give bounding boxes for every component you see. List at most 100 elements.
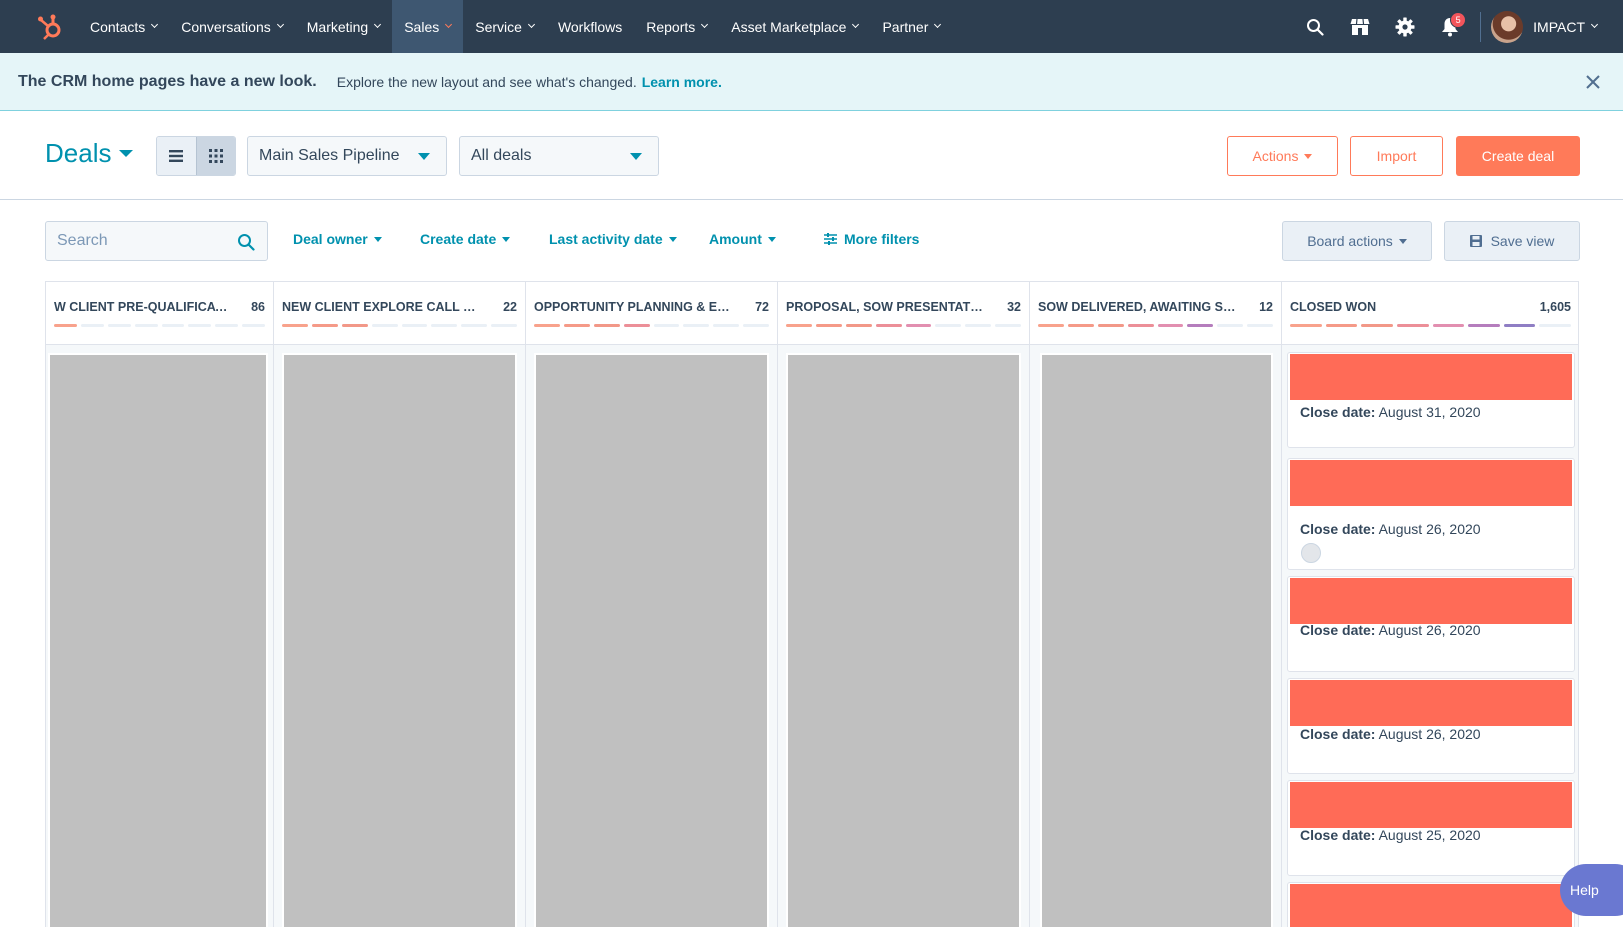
top-navigation: Contacts Conversations Marketing Sales Servi…: [0, 0, 1623, 53]
learn-more-link[interactable]: Learn more.: [642, 74, 722, 90]
more-filters-label: More filters: [844, 231, 920, 247]
view-select[interactable]: All deals: [459, 136, 659, 176]
page-header: Deals Main Sales Pipeline All deals Acti…: [0, 111, 1623, 200]
deal-card[interactable]: Close date: August 25, 2020: [1287, 780, 1575, 876]
create-deal-button-label: Create deal: [1481, 148, 1555, 164]
notifications-bell-icon[interactable]: 5: [1427, 0, 1472, 53]
close-date: Close date: August 26, 2020: [1300, 521, 1481, 537]
pipeline-stage-column: W CLIENT PRE-QUALIFICATION 86: [46, 282, 274, 927]
create-deal-button[interactable]: Create deal: [1456, 136, 1580, 176]
amount-filter-label: Amount: [709, 231, 762, 247]
deal-card[interactable]: [1287, 882, 1575, 927]
progress-segment: [713, 324, 740, 327]
amount-filter[interactable]: Amount: [709, 231, 776, 247]
chevron-down-icon: [701, 20, 709, 29]
actions-button-label: Actions: [1252, 148, 1299, 164]
stage-progress-bar: [786, 324, 1021, 327]
announcement-banner: The CRM home pages have a new look. Expl…: [0, 53, 1623, 111]
progress-segment: [215, 324, 239, 327]
close-date: Close date: August 26, 2020: [1300, 726, 1481, 742]
actions-button[interactable]: Actions: [1227, 136, 1338, 176]
create-date-filter[interactable]: Create date: [420, 231, 511, 247]
nav-item-label: Sales: [404, 18, 440, 35]
pipeline-stage-column: PROPOSAL, SOW PRESENTATION SC... 32: [778, 282, 1030, 927]
nav-item-contacts[interactable]: Contacts: [78, 0, 169, 53]
redacted-deal-name: [1290, 782, 1572, 828]
nav-item-asset-marketplace[interactable]: Asset Marketplace: [719, 0, 870, 53]
search-input[interactable]: [57, 232, 227, 250]
progress-segment: [242, 324, 265, 327]
close-icon[interactable]: [1583, 72, 1603, 92]
deal-card[interactable]: Close date: August 26, 2020: [1287, 678, 1575, 774]
redacted-deal-name: [1290, 460, 1572, 506]
help-button[interactable]: Help: [1560, 864, 1623, 916]
save-view-button[interactable]: Save view: [1444, 221, 1580, 261]
deal-card[interactable]: Close date: August 31, 2020: [1287, 352, 1575, 448]
stage-name: PROPOSAL, SOW PRESENTATION SC...: [786, 300, 986, 314]
progress-segment: [107, 324, 131, 327]
view-select-value: All deals: [471, 147, 532, 164]
progress-segment: [54, 324, 77, 327]
progress-segment: [875, 324, 902, 327]
stage-deal-count: 72: [755, 300, 769, 314]
close-date-value: August 31, 2020: [1378, 404, 1481, 420]
settings-gear-icon[interactable]: [1382, 0, 1427, 53]
owner-avatar[interactable]: [1301, 543, 1321, 563]
stage-header: NEW CLIENT EXPLORE CALL SCHEDU... 22: [274, 282, 525, 345]
search-icon[interactable]: [1292, 0, 1337, 53]
deal-owner-filter[interactable]: Deal owner: [293, 231, 382, 247]
marketplace-icon[interactable]: [1337, 0, 1382, 53]
close-date: Close date: August 26, 2020: [1300, 622, 1481, 638]
pipeline-select-value: Main Sales Pipeline: [259, 147, 400, 164]
deal-card[interactable]: Close date: August 26, 2020: [1287, 576, 1575, 672]
stage-name: CLOSED WON: [1290, 300, 1377, 314]
import-button[interactable]: Import: [1350, 136, 1443, 176]
progress-segment: [1187, 324, 1214, 327]
progress-segment: [161, 324, 185, 327]
more-filters-button[interactable]: More filters: [824, 231, 919, 247]
deal-card[interactable]: Close date: August 26, 2020: [1287, 458, 1575, 570]
caret-down-icon: [119, 150, 134, 157]
progress-segment: [935, 324, 962, 327]
nav-item-sales[interactable]: Sales: [392, 0, 464, 53]
redacted-deal-cards: [534, 353, 769, 927]
progress-segment: [653, 324, 680, 327]
nav-item-workflows[interactable]: Workflows: [546, 0, 634, 53]
close-date-label: Close date:: [1300, 521, 1376, 537]
stage-header: OPPORTUNITY PLANNING & EXPECTA... 72: [526, 282, 777, 345]
chevron-down-icon: [276, 20, 284, 29]
progress-segment: [623, 324, 650, 327]
hubspot-logo-icon[interactable]: [24, 0, 76, 53]
pipeline-select[interactable]: Main Sales Pipeline: [247, 136, 447, 176]
redacted-deal-name: [1290, 680, 1572, 726]
nav-item-conversations[interactable]: Conversations: [169, 0, 295, 53]
nav-item-marketing[interactable]: Marketing: [295, 0, 392, 53]
progress-segment: [1468, 324, 1500, 327]
progress-segment: [431, 324, 458, 327]
stage-header: W CLIENT PRE-QUALIFICATION 86: [46, 282, 273, 345]
nav-utilities: 5 IMPACT: [1292, 0, 1623, 53]
nav-item-reports[interactable]: Reports: [634, 0, 719, 53]
search-icon[interactable]: [237, 233, 255, 256]
redacted-deal-name: [1290, 578, 1572, 624]
nav-item-service[interactable]: Service: [463, 0, 546, 53]
nav-item-partner[interactable]: Partner: [870, 0, 952, 53]
progress-segment: [1503, 324, 1536, 327]
caret-down-icon: [418, 153, 430, 160]
object-switcher[interactable]: Deals: [45, 138, 134, 169]
caret-down-icon: [1398, 238, 1407, 244]
account-name: IMPACT: [1533, 18, 1585, 35]
list-view-button[interactable]: [157, 137, 196, 175]
board-actions-button[interactable]: Board actions: [1282, 221, 1432, 261]
caret-down-icon: [502, 236, 511, 242]
account-menu[interactable]: IMPACT: [1491, 10, 1623, 43]
chevron-down-icon: [527, 20, 535, 29]
progress-segment: [905, 324, 932, 327]
chevron-down-icon: [445, 20, 453, 29]
progress-segment: [593, 324, 620, 327]
nav-item-label: Partner: [882, 18, 929, 35]
progress-segment: [1432, 324, 1465, 327]
last-activity-filter[interactable]: Last activity date: [549, 231, 677, 247]
deal-board: W CLIENT PRE-QUALIFICATION 86 NEW CLIENT E…: [45, 281, 1579, 927]
board-view-button[interactable]: [195, 137, 235, 175]
